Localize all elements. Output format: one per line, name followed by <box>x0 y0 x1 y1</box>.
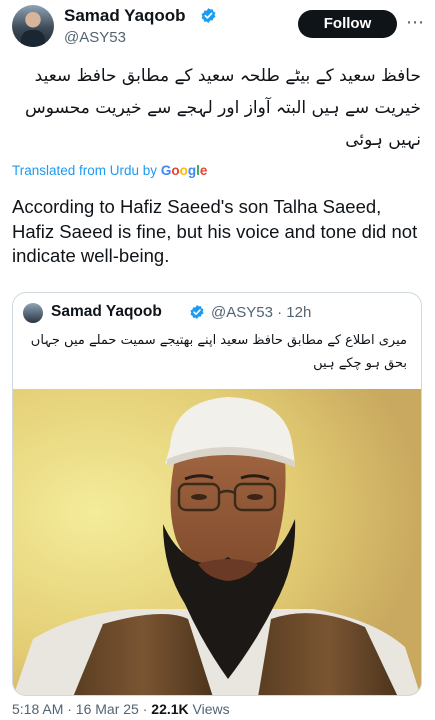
post-text-english: According to Hafiz Saeed's son Talha Sae… <box>12 196 418 266</box>
quoted-text-urdu: میری اطلاع کے مطابق حافظ سعید اپنے بھتیج… <box>30 333 407 371</box>
author-name[interactable]: Samad Yaqoob <box>64 6 186 26</box>
views-count: 22.1K <box>151 701 189 717</box>
more-options-icon[interactable]: ⋯ <box>404 12 426 34</box>
tweet-footer: 5:18 AM · 16 Mar 25 · 22.1K Views <box>12 701 230 717</box>
portrait-illustration <box>13 389 421 695</box>
tweet-header: Samad Yaqoob @ASY53 Follow ⋯ <box>0 0 435 56</box>
post-text-urdu: حافظ سعید کے بیٹے طلحہ سعید کے مطابق حاف… <box>25 66 421 150</box>
follow-button[interactable]: Follow <box>298 10 397 38</box>
avatar-figure <box>21 30 45 47</box>
google-logo: Google <box>160 163 208 178</box>
translated-prefix: Translated from Urdu by <box>12 163 158 178</box>
views-label: Views <box>188 701 230 717</box>
quoted-author-name: Samad Yaqoob <box>51 303 162 320</box>
author-avatar[interactable] <box>12 5 54 47</box>
verified-badge-icon <box>201 8 216 23</box>
timestamp[interactable]: 5:18 AM · 16 Mar 25 · <box>12 701 151 717</box>
quoted-photo[interactable] <box>13 389 421 695</box>
quoted-verified-badge-icon <box>190 305 204 319</box>
translation-attribution[interactable]: Translated from Urdu by Google <box>12 163 207 178</box>
quoted-handle-time: @ASY53 · 12h <box>211 304 312 321</box>
quoted-author-avatar <box>23 303 43 323</box>
quoted-tweet[interactable]: Samad Yaqoob @ASY53 · 12h میری اطلاع کے … <box>12 292 422 696</box>
author-handle[interactable]: @ASY53 <box>64 29 126 46</box>
